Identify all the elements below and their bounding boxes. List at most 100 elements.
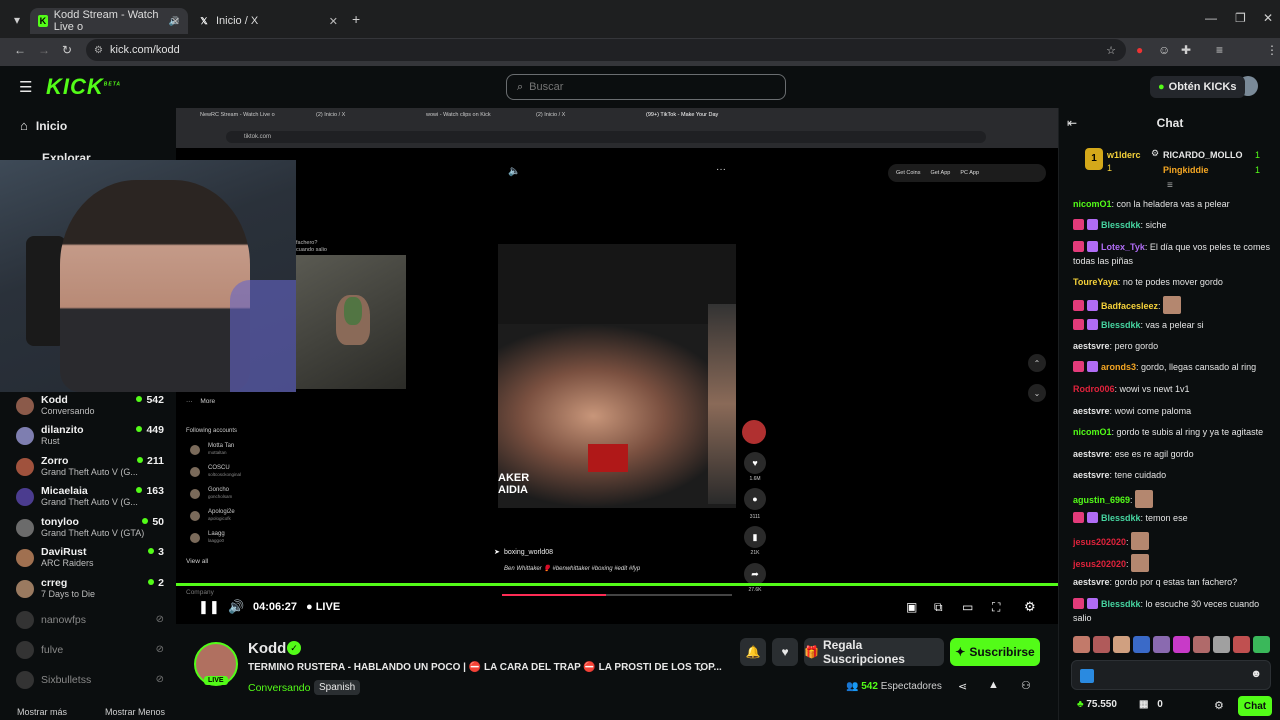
sidebar-channel-offline[interactable]: Sixbulletss ⊘ xyxy=(16,668,166,696)
share-icon[interactable]: ⋖ xyxy=(958,680,967,693)
chat-username[interactable]: aestsvre xyxy=(1073,341,1110,351)
extension-icon[interactable]: ☺ xyxy=(1158,43,1170,57)
fullscreen-icon[interactable]: ⛶ xyxy=(992,600,1000,615)
category-link[interactable]: Conversando xyxy=(248,682,310,694)
quick-emote-icon[interactable] xyxy=(1113,636,1130,653)
forward-icon[interactable]: → xyxy=(38,43,50,57)
sidebar-channel[interactable]: Kodd Conversando 542 xyxy=(16,394,166,422)
show-less-link[interactable]: Mostrar Menos xyxy=(105,707,165,717)
sidebar-channel[interactable]: Zorro Grand Theft Auto V (G... 211 xyxy=(16,455,166,483)
menu-dots-icon[interactable]: ⋮ xyxy=(1266,43,1278,57)
sidebar-channel[interactable]: Micaelaia Grand Theft Auto V (G... 163 xyxy=(16,485,166,513)
notify-bell-icon[interactable]: 🔔 xyxy=(740,638,766,666)
chat-username[interactable]: Blessdkk xyxy=(1101,220,1141,230)
chat-username[interactable]: nicomO1 xyxy=(1073,199,1112,209)
quick-emote-icon[interactable] xyxy=(1073,636,1090,653)
top-gifter-name[interactable]: Pingkiddie xyxy=(1163,165,1209,175)
kick-logo[interactable]: KICKBETA xyxy=(46,74,121,100)
quick-emote-icon[interactable] xyxy=(1173,636,1190,653)
expand-title-icon[interactable]: ⌄ xyxy=(696,661,705,674)
chat-username[interactable]: aestsvre xyxy=(1073,449,1110,459)
volume-icon[interactable]: 🔊 xyxy=(228,599,244,615)
media-control-icon[interactable]: ≡ xyxy=(1216,43,1223,57)
pause-icon[interactable]: ❚❚ xyxy=(198,599,220,615)
url-field[interactable]: ⚙ kick.com/kodd ☆ xyxy=(86,39,1126,61)
sidebar-channel[interactable]: DaviRust ARC Raiders 3 xyxy=(16,546,166,574)
chat-username[interactable]: Badfacesleez xyxy=(1101,301,1158,311)
chat-username[interactable]: aestsvre xyxy=(1073,406,1110,416)
channel-points[interactable]: ▦ 0 xyxy=(1139,699,1163,710)
chat-username[interactable]: Blessdkk xyxy=(1101,513,1141,523)
settings-icon[interactable]: ⚙ xyxy=(1024,599,1036,615)
chat-input[interactable]: ☻ xyxy=(1071,660,1271,690)
quick-emote-icon[interactable] xyxy=(1153,636,1170,653)
reload-icon[interactable]: ↻ xyxy=(62,43,72,57)
site-info-icon[interactable]: ⚙ xyxy=(94,45,103,56)
sidebar-channel-offline[interactable]: fulve ⊘ xyxy=(16,638,166,666)
chat-username[interactable]: jesus202020 xyxy=(1073,559,1126,569)
top-gifter-name[interactable]: w1lderc xyxy=(1107,150,1141,160)
sidebar-channel-offline[interactable]: nanowfps ⊘ xyxy=(16,608,166,636)
chat-username[interactable]: Lotex_Tyk xyxy=(1101,242,1145,252)
close-tab-icon[interactable]: ✕ xyxy=(329,15,338,28)
quick-emote-icon[interactable] xyxy=(1133,636,1150,653)
sidebar-item-home[interactable]: ⌂ Inicio xyxy=(20,118,67,133)
quick-emote-icon[interactable] xyxy=(1213,636,1230,653)
close-window-icon[interactable]: ✕ xyxy=(1263,11,1273,25)
sidebar-channel[interactable]: tonyloo Grand Theft Auto V (GTA) 50 xyxy=(16,516,166,544)
gift-subs-button[interactable]: 🎁 Regala Suscripciones xyxy=(804,638,944,666)
theater-mode-icon[interactable]: ▭ xyxy=(962,600,973,614)
restore-icon[interactable]: ❐ xyxy=(1235,11,1246,25)
chat-username[interactable]: aestsvre xyxy=(1073,577,1110,587)
language-tag[interactable]: Spanish xyxy=(314,680,361,695)
top-gifter-name[interactable]: RICARDO_MOLLO xyxy=(1163,150,1243,160)
hamburger-menu-icon[interactable]: ☰ xyxy=(19,78,32,96)
chat-username[interactable]: aronds3 xyxy=(1101,362,1136,372)
stream-progress-bar[interactable] xyxy=(176,583,1058,586)
bookmark-star-icon[interactable]: ☆ xyxy=(1106,44,1116,57)
clip-icon[interactable]: ⧉ xyxy=(934,600,943,615)
quick-emote-icon[interactable] xyxy=(1193,636,1210,653)
tab-list-icon[interactable]: ▾ xyxy=(14,13,20,27)
chat-username[interactable]: Rodro006 xyxy=(1073,384,1115,394)
chat-username[interactable]: agustin_6969 xyxy=(1073,495,1130,505)
sidebar-channel[interactable]: dilanzito Rust 449 xyxy=(16,424,166,452)
sidebar-channel[interactable]: crreg 7 Days to Die 2 xyxy=(16,577,166,605)
expand-gifters-icon[interactable]: ≡ xyxy=(1167,180,1173,191)
account-name: Motta Tan xyxy=(208,443,235,449)
quick-emote-icon[interactable] xyxy=(1253,636,1270,653)
minimize-icon[interactable]: — xyxy=(1205,11,1217,25)
emote-picker-icon[interactable] xyxy=(1080,669,1094,683)
quick-emote-icon[interactable] xyxy=(1093,636,1110,653)
tab-kick[interactable]: K Kodd Stream - Watch Live o 🔊 ✕ xyxy=(30,8,188,34)
emoji-icon[interactable]: ☻ xyxy=(1250,668,1262,680)
streamer-name[interactable]: Kodd xyxy=(248,640,286,657)
pip-icon[interactable]: ▣ xyxy=(906,600,917,614)
follow-heart-icon[interactable]: ♥ xyxy=(772,638,798,666)
search-input[interactable] xyxy=(529,81,750,93)
show-more-link[interactable]: Mostrar más xyxy=(17,707,67,717)
kicks-balance[interactable]: ♣ 75.550 xyxy=(1077,699,1117,710)
video-player[interactable]: NewRC Stream - Watch Live o (2) Inicio /… xyxy=(176,108,1058,624)
report-icon[interactable]: ▲ xyxy=(988,679,999,691)
chat-username[interactable]: nicomO1 xyxy=(1073,427,1112,437)
tab-x[interactable]: 𝕏 Inicio / X ✕ xyxy=(190,8,346,34)
get-kicks-button[interactable]: ● Obtén KICKs xyxy=(1150,76,1245,98)
search-box[interactable]: ⌕ xyxy=(506,74,786,100)
new-tab-icon[interactable]: + xyxy=(352,11,360,27)
stream-title: TERMINO RUSTERA - HABLANDO UN POCO | ⛔ L… xyxy=(248,662,722,673)
chat-username[interactable]: Blessdkk xyxy=(1101,599,1141,609)
chat-settings-icon[interactable]: ⚙ xyxy=(1214,699,1224,712)
extension-icon[interactable]: ● xyxy=(1136,43,1143,57)
subscribe-button[interactable]: ✦ Suscribirse xyxy=(950,638,1040,666)
send-chat-button[interactable]: Chat xyxy=(1238,696,1272,716)
chat-username[interactable]: jesus202020 xyxy=(1073,537,1126,547)
back-icon[interactable]: ← xyxy=(14,43,26,57)
chat-username[interactable]: ToureYaya xyxy=(1073,277,1118,287)
chat-username[interactable]: aestsvre xyxy=(1073,470,1110,480)
host-icon[interactable]: ⚇ xyxy=(1021,679,1031,692)
extensions-puzzle-icon[interactable]: ✚ xyxy=(1181,43,1191,57)
quick-emote-icon[interactable] xyxy=(1233,636,1250,653)
chat-username[interactable]: Blessdkk xyxy=(1101,320,1141,330)
close-tab-icon[interactable]: ✕ xyxy=(171,15,180,28)
